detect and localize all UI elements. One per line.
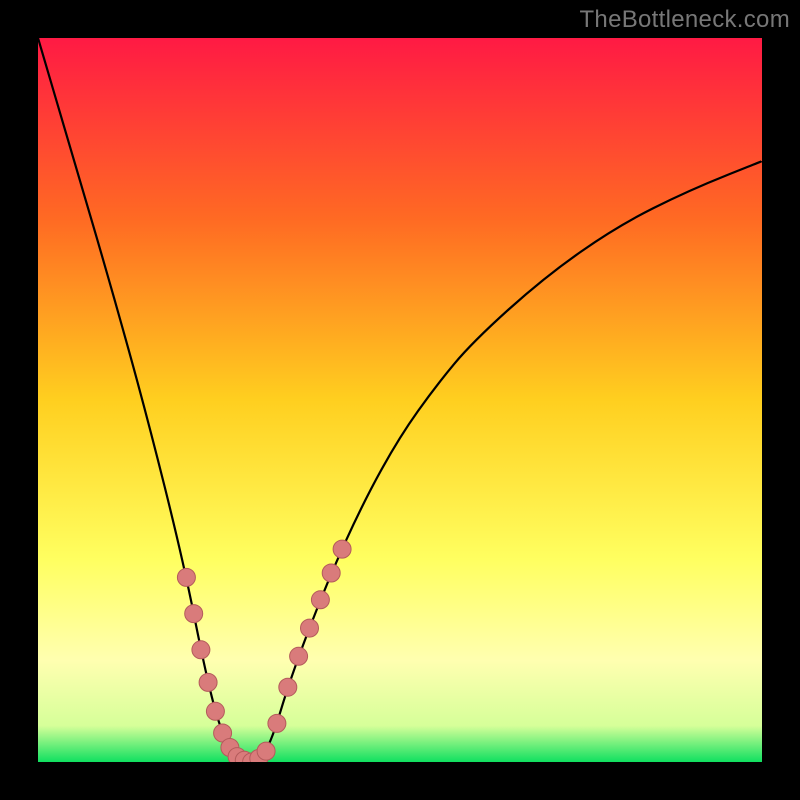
curve-marker	[192, 641, 210, 659]
curve-marker	[311, 591, 329, 609]
curve-marker	[290, 647, 308, 665]
curve-marker	[301, 619, 319, 637]
curve-marker	[333, 540, 351, 558]
curve-marker	[322, 564, 340, 582]
curve-marker	[257, 742, 275, 760]
curve-marker	[279, 678, 297, 696]
gradient-background	[38, 38, 762, 762]
curve-marker	[199, 673, 217, 691]
curve-marker	[206, 702, 224, 720]
curve-marker	[185, 605, 203, 623]
attribution-label: TheBottleneck.com	[579, 6, 790, 34]
curve-marker	[177, 568, 195, 586]
bottleneck-chart	[38, 38, 762, 762]
curve-marker	[268, 714, 286, 732]
